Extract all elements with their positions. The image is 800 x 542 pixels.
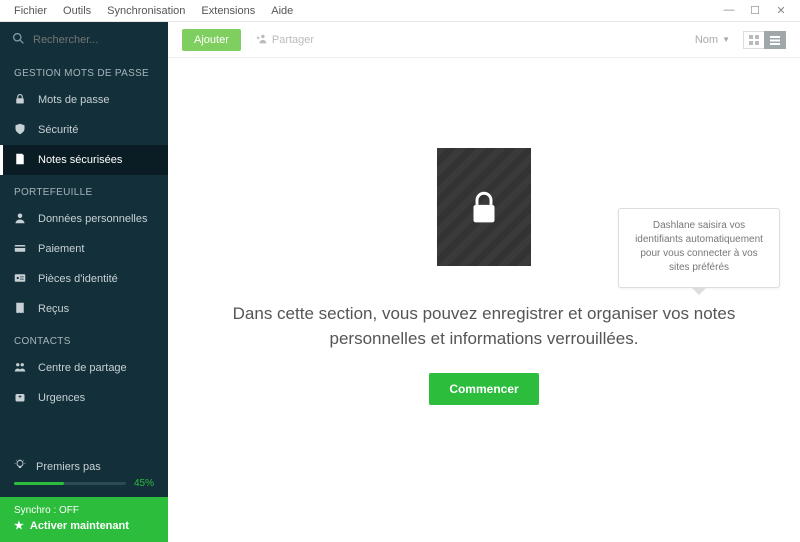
- menu-bar: Fichier Outils Synchronisation Extension…: [0, 0, 800, 22]
- receipt-icon: [14, 302, 28, 316]
- lock-icon: [470, 191, 498, 230]
- id-icon: [14, 272, 28, 286]
- section-title-passwords: GESTION MOTS DE PASSE: [0, 56, 168, 85]
- sort-dropdown[interactable]: Nom ▼: [695, 34, 730, 46]
- progress-bar: [14, 482, 126, 485]
- sidebar-item-label: Données personnelles: [38, 213, 147, 225]
- section-title-contacts: CONTACTS: [0, 324, 168, 353]
- sidebar-item-security[interactable]: Sécurité: [0, 115, 168, 145]
- sidebar-item-secure-notes[interactable]: Notes sécurisées: [0, 145, 168, 175]
- star-icon: ★: [14, 519, 24, 532]
- menu-tools[interactable]: Outils: [55, 5, 99, 17]
- section-title-wallet: PORTEFEUILLE: [0, 175, 168, 204]
- sidebar-item-emergency[interactable]: Urgences: [0, 383, 168, 413]
- search-icon: [12, 32, 25, 48]
- window-close-button[interactable]: ✕: [768, 4, 794, 17]
- share-button[interactable]: Partager: [255, 33, 314, 47]
- chevron-down-icon: ▼: [722, 35, 730, 44]
- empty-state-message: Dans cette section, vous pouvez enregist…: [168, 302, 800, 351]
- view-grid-button[interactable]: [743, 31, 765, 49]
- activate-sync-button[interactable]: ★ Activer maintenant: [14, 519, 154, 532]
- note-icon: [14, 153, 28, 167]
- sidebar-item-label: Urgences: [38, 392, 85, 404]
- sidebar-item-label: Reçus: [38, 303, 69, 315]
- get-started-button[interactable]: Commencer: [429, 373, 538, 405]
- sidebar-item-label: Notes sécurisées: [38, 154, 122, 166]
- sidebar-item-label: Paiement: [38, 243, 84, 255]
- progress-percent: 45%: [134, 478, 154, 489]
- main-panel: Ajouter Partager Nom ▼: [168, 22, 800, 542]
- share-button-label: Partager: [272, 34, 314, 46]
- first-steps-label: Premiers pas: [36, 461, 101, 473]
- lightbulb-icon: [14, 459, 28, 474]
- menu-file[interactable]: Fichier: [6, 5, 55, 17]
- search-input[interactable]: [33, 34, 175, 46]
- activate-sync-label: Activer maintenant: [30, 520, 129, 532]
- lock-icon: [14, 93, 28, 107]
- view-list-button[interactable]: [764, 31, 786, 49]
- sidebar-item-sharing-center[interactable]: Centre de partage: [0, 353, 168, 383]
- sort-label: Nom: [695, 34, 718, 46]
- sidebar-item-receipts[interactable]: Reçus: [0, 294, 168, 324]
- shield-icon: [14, 123, 28, 137]
- first-steps-widget[interactable]: Premiers pas 45%: [0, 449, 168, 497]
- search-row[interactable]: [0, 22, 168, 56]
- share-icon: [14, 361, 28, 375]
- sidebar-item-label: Centre de partage: [38, 362, 127, 374]
- card-icon: [14, 242, 28, 256]
- emergency-icon: [14, 391, 28, 405]
- menu-extensions[interactable]: Extensions: [193, 5, 263, 17]
- sync-panel: Synchro : OFF ★ Activer maintenant: [0, 497, 168, 542]
- sidebar-item-passwords[interactable]: Mots de passe: [0, 85, 168, 115]
- sidebar: GESTION MOTS DE PASSE Mots de passe Sécu…: [0, 22, 168, 542]
- hint-tooltip: Dashlane saisira vos identifiants automa…: [618, 208, 780, 288]
- sync-status: Synchro : OFF: [14, 505, 154, 516]
- toolbar: Ajouter Partager Nom ▼: [168, 22, 800, 58]
- window-maximize-button[interactable]: ☐: [742, 4, 768, 17]
- sidebar-item-payment[interactable]: Paiement: [0, 234, 168, 264]
- empty-state: Dans cette section, vous pouvez enregist…: [168, 58, 800, 542]
- sidebar-item-label: Sécurité: [38, 124, 78, 136]
- window-minimize-button[interactable]: —: [716, 4, 742, 17]
- hint-text: Dashlane saisira vos identifiants automa…: [635, 220, 763, 273]
- sidebar-item-label: Mots de passe: [38, 94, 110, 106]
- menu-sync[interactable]: Synchronisation: [99, 5, 193, 17]
- sidebar-item-label: Pièces d'identité: [38, 273, 118, 285]
- sidebar-item-identity[interactable]: Pièces d'identité: [0, 264, 168, 294]
- add-person-icon: [255, 33, 268, 47]
- locked-note-illustration: [437, 148, 531, 266]
- person-icon: [14, 212, 28, 226]
- menu-help[interactable]: Aide: [263, 5, 301, 17]
- add-button[interactable]: Ajouter: [182, 29, 241, 51]
- sidebar-item-personal-data[interactable]: Données personnelles: [0, 204, 168, 234]
